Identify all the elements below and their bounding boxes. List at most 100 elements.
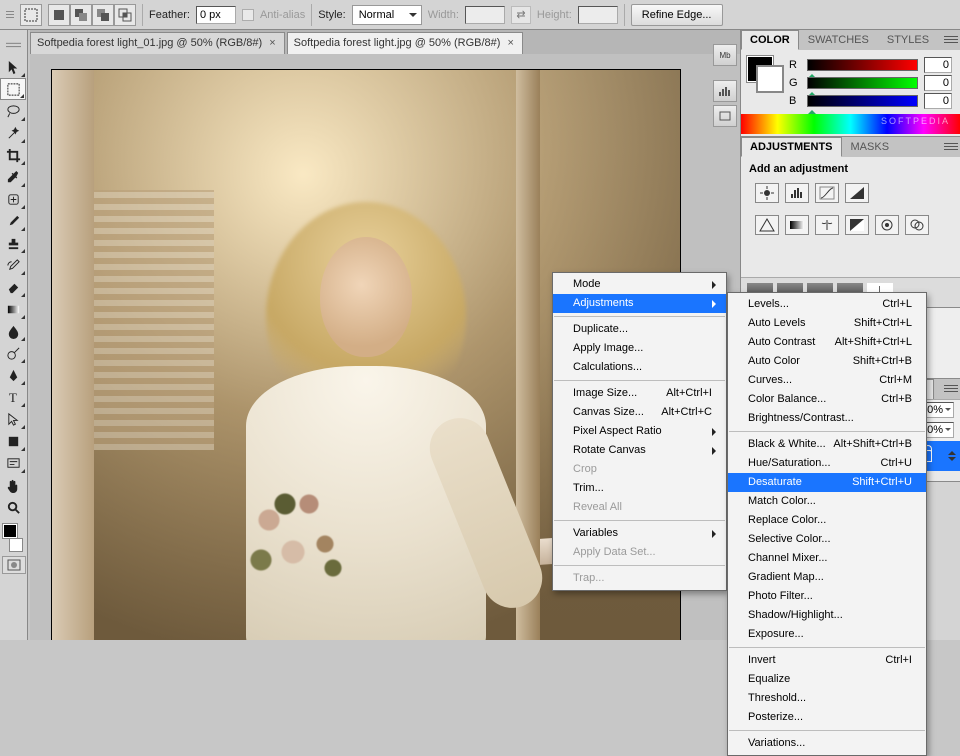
shape-tool[interactable] bbox=[0, 430, 26, 452]
panel-well-icon[interactable] bbox=[713, 105, 737, 127]
tab-adjustments[interactable]: ADJUSTMENTS bbox=[741, 137, 842, 157]
grip-icon[interactable] bbox=[6, 4, 14, 26]
brightness-icon[interactable] bbox=[755, 183, 779, 203]
menu-item[interactable]: Duplicate... bbox=[553, 320, 726, 339]
menu-item[interactable]: Selective Color... bbox=[728, 530, 926, 549]
notes-tool[interactable] bbox=[0, 452, 26, 474]
channel-mixer-icon[interactable] bbox=[905, 215, 929, 235]
menu-item[interactable]: Variations... bbox=[728, 734, 926, 753]
photo-filter-icon[interactable] bbox=[875, 215, 899, 235]
sel-new-icon[interactable] bbox=[48, 4, 70, 26]
stamp-tool[interactable] bbox=[0, 232, 26, 254]
menu-item[interactable]: Replace Color... bbox=[728, 511, 926, 530]
menu-item[interactable]: Photo Filter... bbox=[728, 587, 926, 606]
menu-item[interactable]: InvertCtrl+I bbox=[728, 651, 926, 670]
menu-item[interactable]: Hue/Saturation...Ctrl+U bbox=[728, 454, 926, 473]
background-color[interactable] bbox=[9, 538, 23, 552]
b-value[interactable]: 0 bbox=[924, 93, 952, 109]
path-select-tool[interactable] bbox=[0, 408, 26, 430]
eyedropper-tool[interactable] bbox=[0, 166, 26, 188]
color-swatch[interactable] bbox=[0, 522, 26, 554]
menu-item[interactable]: Auto LevelsShift+Ctrl+L bbox=[728, 314, 926, 333]
quickmask-toggle[interactable] bbox=[2, 556, 26, 574]
marquee-preset-icon[interactable] bbox=[20, 4, 42, 26]
menu-item[interactable]: Image Size...Alt+Ctrl+I bbox=[553, 384, 726, 403]
g-slider[interactable] bbox=[807, 77, 918, 89]
menu-item[interactable]: Gradient Map... bbox=[728, 568, 926, 587]
menu-item[interactable]: Exposure... bbox=[728, 625, 926, 644]
tab-swatches[interactable]: SWATCHES bbox=[799, 30, 878, 50]
hue-icon[interactable] bbox=[785, 215, 809, 235]
menu-item[interactable]: Black & White...Alt+Shift+Ctrl+B bbox=[728, 435, 926, 454]
sel-add-icon[interactable] bbox=[70, 4, 92, 26]
menu-item[interactable]: Trim... bbox=[553, 479, 726, 498]
r-slider[interactable] bbox=[807, 59, 918, 71]
menu-item[interactable]: Threshold... bbox=[728, 689, 926, 708]
blur-tool[interactable] bbox=[0, 320, 26, 342]
menu-item[interactable]: Adjustments bbox=[553, 294, 726, 313]
close-icon[interactable]: × bbox=[505, 33, 515, 54]
menu-item[interactable]: Color Balance...Ctrl+B bbox=[728, 390, 926, 409]
b-slider[interactable] bbox=[807, 95, 918, 107]
menu-item[interactable]: Curves...Ctrl+M bbox=[728, 371, 926, 390]
bw-icon[interactable] bbox=[845, 215, 869, 235]
panel-menu-icon[interactable] bbox=[944, 381, 958, 395]
doc-tab[interactable]: Softpedia forest light_01.jpg @ 50% (RGB… bbox=[30, 32, 285, 54]
menu-item[interactable]: Auto ColorShift+Ctrl+B bbox=[728, 352, 926, 371]
panel-well-icon[interactable] bbox=[713, 80, 737, 102]
r-value[interactable]: 0 bbox=[924, 57, 952, 73]
menu-item[interactable]: Shadow/Highlight... bbox=[728, 606, 926, 625]
doc-tab[interactable]: Softpedia forest light.jpg @ 50% (RGB/8#… bbox=[287, 32, 523, 54]
wand-tool[interactable] bbox=[0, 122, 26, 144]
eraser-tool[interactable] bbox=[0, 276, 26, 298]
panel-well-icon[interactable]: Mb bbox=[713, 44, 737, 66]
menu-item[interactable]: Mode bbox=[553, 275, 726, 294]
menu-item[interactable]: Apply Image... bbox=[553, 339, 726, 358]
dodge-tool[interactable] bbox=[0, 342, 26, 364]
menu-item[interactable]: Pixel Aspect Ratio bbox=[553, 422, 726, 441]
gradient-tool[interactable] bbox=[0, 298, 26, 320]
handle-icon[interactable] bbox=[0, 34, 26, 56]
panel-menu-icon[interactable] bbox=[944, 32, 958, 46]
menu-item[interactable]: Channel Mixer... bbox=[728, 549, 926, 568]
menu-item[interactable]: Calculations... bbox=[553, 358, 726, 377]
bg-swatch[interactable] bbox=[757, 66, 783, 92]
levels-icon[interactable] bbox=[785, 183, 809, 203]
vibrance-icon[interactable] bbox=[755, 215, 779, 235]
marquee-tool[interactable] bbox=[0, 78, 26, 100]
menu-item[interactable]: Posterize... bbox=[728, 708, 926, 727]
refine-edge-button[interactable]: Refine Edge... bbox=[631, 4, 723, 26]
menu-item[interactable]: Match Color... bbox=[728, 492, 926, 511]
heal-tool[interactable] bbox=[0, 188, 26, 210]
crop-tool[interactable] bbox=[0, 144, 26, 166]
exposure-icon[interactable] bbox=[845, 183, 869, 203]
hand-tool[interactable] bbox=[0, 474, 26, 496]
menu-item[interactable]: Auto ContrastAlt+Shift+Ctrl+L bbox=[728, 333, 926, 352]
sel-intersect-icon[interactable] bbox=[114, 4, 136, 26]
type-tool[interactable]: T bbox=[0, 386, 26, 408]
tab-masks[interactable]: MASKS bbox=[842, 137, 899, 157]
style-select[interactable]: Normal bbox=[352, 5, 422, 25]
menu-item[interactable]: Canvas Size...Alt+Ctrl+C bbox=[553, 403, 726, 422]
close-icon[interactable]: × bbox=[267, 33, 277, 54]
tab-color[interactable]: COLOR bbox=[741, 30, 799, 50]
pen-tool[interactable] bbox=[0, 364, 26, 386]
foreground-color[interactable] bbox=[3, 524, 17, 538]
menu-item[interactable]: Brightness/Contrast... bbox=[728, 409, 926, 428]
curves-icon[interactable] bbox=[815, 183, 839, 203]
move-tool[interactable] bbox=[0, 56, 26, 78]
zoom-tool[interactable] bbox=[0, 496, 26, 518]
menu-item[interactable]: Rotate Canvas bbox=[553, 441, 726, 460]
sel-subtract-icon[interactable] bbox=[92, 4, 114, 26]
menu-item[interactable]: DesaturateShift+Ctrl+U bbox=[728, 473, 926, 492]
brush-tool[interactable] bbox=[0, 210, 26, 232]
balance-icon[interactable] bbox=[815, 215, 839, 235]
lasso-tool[interactable] bbox=[0, 100, 26, 122]
feather-input[interactable]: 0 px bbox=[196, 6, 236, 24]
menu-item[interactable]: Variables bbox=[553, 524, 726, 543]
panel-menu-icon[interactable] bbox=[944, 139, 958, 153]
tab-styles[interactable]: STYLES bbox=[878, 30, 938, 50]
history-brush-tool[interactable] bbox=[0, 254, 26, 276]
menu-item[interactable]: Levels...Ctrl+L bbox=[728, 295, 926, 314]
g-value[interactable]: 0 bbox=[924, 75, 952, 91]
